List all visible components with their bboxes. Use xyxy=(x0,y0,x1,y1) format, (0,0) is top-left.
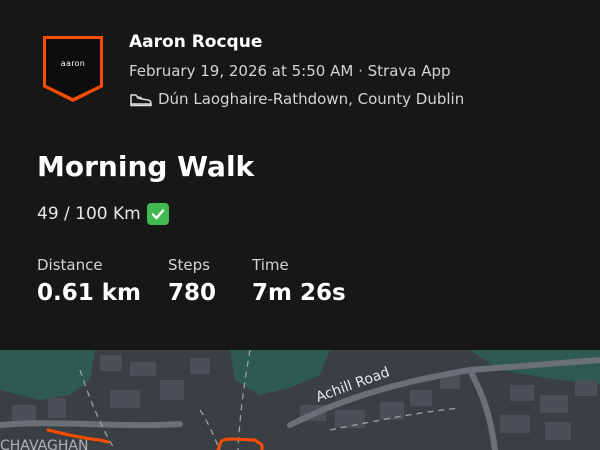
activity-header: aaron Aaron Rocque February 19, 2026 at … xyxy=(0,0,600,350)
stat-value: 7m 26s xyxy=(252,280,346,306)
stat-steps: Steps 780 xyxy=(168,256,216,306)
stat-label: Time xyxy=(252,256,289,274)
stat-value: 780 xyxy=(168,280,217,306)
activity-title[interactable]: Morning Walk xyxy=(37,150,254,183)
route-map[interactable]: Achill Road CHAVAGHAN xyxy=(0,350,600,450)
stat-label: Distance xyxy=(37,256,103,274)
check-mark-icon xyxy=(146,203,169,225)
stat-label: Steps xyxy=(168,256,210,274)
activity-location: Dún Laoghaire-Rathdown, County Dublin xyxy=(129,90,464,108)
activity-source: Strava App xyxy=(367,62,451,80)
location-text: Dún Laoghaire-Rathdown, County Dublin xyxy=(158,90,465,108)
stat-value: 0.61 km xyxy=(37,280,142,306)
meta-separator: · xyxy=(358,62,363,80)
stat-time: Time 7m 26s xyxy=(252,256,346,306)
shoe-icon xyxy=(129,91,153,107)
avatar[interactable]: aaron xyxy=(42,35,104,103)
athlete-name[interactable]: Aaron Rocque xyxy=(129,32,262,52)
stat-distance: Distance 0.61 km xyxy=(37,256,141,306)
area-label: CHAVAGHAN xyxy=(0,438,88,450)
activity-meta: February 19, 2026 at 5:50 AM · Strava Ap… xyxy=(129,62,451,80)
activity-datetime: February 19, 2026 at 5:50 AM xyxy=(129,62,354,80)
avatar-text: aaron xyxy=(60,59,86,68)
activity-description: 49 / 100 Km xyxy=(37,203,169,225)
description-text: 49 / 100 Km xyxy=(37,204,141,224)
